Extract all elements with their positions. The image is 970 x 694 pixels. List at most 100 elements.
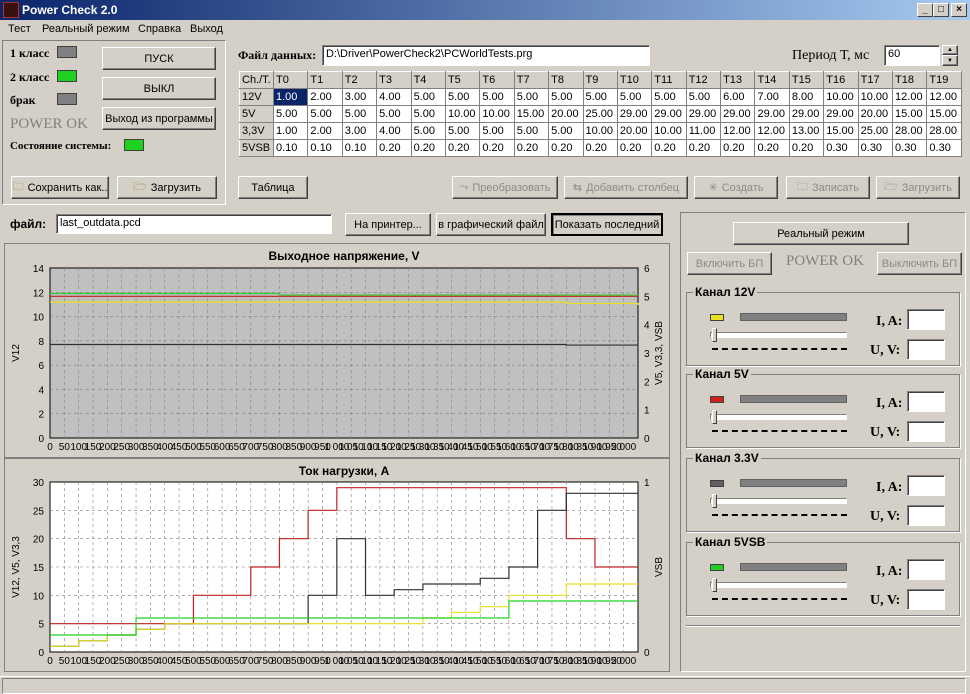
table-col-header[interactable]: T16 [823,71,859,89]
table-cell[interactable]: 5.00 [410,105,446,123]
channel-slider-thumb[interactable] [712,494,717,508]
table-cell[interactable]: 5.00 [582,88,618,106]
channel-slider-thumb[interactable] [712,410,717,424]
table-cell[interactable]: 20.00 [616,122,653,140]
table-cell[interactable]: 13.00 [788,122,825,140]
table-col-header[interactable]: T0 [272,71,309,89]
table-col-header[interactable]: T5 [444,71,481,89]
table-cell[interactable]: 2.00 [307,88,343,106]
channel-current-input[interactable] [907,475,945,496]
create-button[interactable]: ✳ Создать [694,176,778,199]
table-cell[interactable]: 20.00 [548,105,584,123]
table-cell[interactable]: 5.00 [513,88,550,106]
table-cell[interactable]: 0.30 [857,139,894,157]
table-col-header[interactable]: T3 [376,71,412,89]
table-cell[interactable]: 3.00 [341,122,378,140]
add-column-button[interactable]: ⇆ Добавить столбец [564,176,688,199]
table-cell[interactable]: 5.00 [513,122,550,140]
table-col-header[interactable]: T13 [720,71,756,89]
off-button[interactable]: ВЫКЛ [102,77,216,100]
table-cell[interactable]: 29.00 [823,105,859,123]
table-cell[interactable]: 0.20 [685,139,722,157]
table-col-header[interactable]: T10 [616,71,653,89]
table-cell[interactable]: 5.00 [479,88,515,106]
write-button[interactable]: 🗀 Записать [786,176,870,199]
table-col-header[interactable]: T15 [788,71,825,89]
table-cell[interactable]: 29.00 [754,105,790,123]
table-row-header[interactable]: 5V [239,105,274,123]
table-cell[interactable]: 0.30 [823,139,859,157]
channel-slider-thumb[interactable] [712,578,717,592]
table-cell[interactable]: 7.00 [754,88,790,106]
table-col-header[interactable]: T17 [857,71,894,89]
table-cell[interactable]: 29.00 [616,105,653,123]
table-cell[interactable]: 0.10 [272,139,309,157]
print-button[interactable]: На принтер... [345,213,431,236]
table-cell[interactable]: 0.20 [410,139,446,157]
channel-slider[interactable] [710,582,847,588]
channel-slider[interactable] [710,414,847,420]
table-cell[interactable]: 10.00 [823,88,859,106]
table-col-header[interactable]: T8 [548,71,584,89]
table-cell[interactable]: 5.00 [616,88,653,106]
table-cell[interactable]: 5.00 [272,105,309,123]
channel-current-input[interactable] [907,559,945,580]
graphic-file-button[interactable]: в графический файл [436,213,546,236]
table-col-header[interactable]: T14 [754,71,790,89]
table-cell[interactable]: 0.10 [341,139,378,157]
table-col-header[interactable]: T18 [892,71,928,89]
table-cell[interactable]: 11.00 [685,122,722,140]
data-file-input[interactable]: D:\Driver\PowerCheck2\PCWorldTests.prg [322,45,650,66]
table-cell[interactable]: 25.00 [582,105,618,123]
table-cell[interactable]: 5.00 [651,88,687,106]
table-cell[interactable]: 3.00 [341,88,378,106]
table-load-button[interactable]: 🗁 Загрузить [876,176,960,199]
table-cell[interactable]: 1.00 [272,88,309,106]
close-button[interactable]: × [951,3,967,17]
table-cell[interactable]: 1.00 [272,122,309,140]
table-cell[interactable]: 10.00 [444,105,481,123]
table-col-header[interactable]: T11 [651,71,687,89]
table-cell[interactable]: 0.20 [513,139,550,157]
table-cell[interactable]: 5.00 [479,122,515,140]
channel-slider-thumb[interactable] [712,328,717,342]
table-cell[interactable]: 29.00 [720,105,756,123]
table-cell[interactable]: 28.00 [926,122,962,140]
table-cell[interactable]: 25.00 [857,122,894,140]
table-cell[interactable]: 2.00 [307,122,343,140]
table-row-header[interactable]: 12V [239,88,274,106]
table-cell[interactable]: 15.00 [823,122,859,140]
table-cell[interactable]: 5.00 [548,88,584,106]
period-input[interactable]: 60 [884,45,940,66]
table-cell[interactable]: 12.00 [720,122,756,140]
channel-current-input[interactable] [907,309,945,330]
channel-voltage-input[interactable] [907,589,945,610]
table-cell[interactable]: 0.20 [444,139,481,157]
table-cell[interactable]: 6.00 [720,88,756,106]
convert-button[interactable]: ⤳ Преобразовать [452,176,558,199]
table-cell[interactable]: 5.00 [444,122,481,140]
menu-test[interactable]: Тест [8,23,31,35]
table-col-header[interactable]: T6 [479,71,515,89]
period-spin-up[interactable]: ▲ [942,45,958,55]
table-cell[interactable]: 10.00 [857,88,894,106]
menu-real-mode[interactable]: Реальный режим [42,23,130,35]
table-row-header[interactable]: 3,3V [239,122,274,140]
load-button[interactable]: 🗁 Загрузить [117,176,217,199]
table-cell[interactable]: 5.00 [410,88,446,106]
table-cell[interactable]: 15.00 [926,105,962,123]
table-cell[interactable]: 12.00 [926,88,962,106]
table-cell[interactable]: 4.00 [376,88,412,106]
table-cell[interactable]: 10.00 [651,122,687,140]
enable-psu-button[interactable]: Включить БП [687,252,772,275]
table-cell[interactable]: 0.30 [892,139,928,157]
minimize-button[interactable]: _ [917,3,933,17]
channel-voltage-input[interactable] [907,339,945,360]
table-cell[interactable]: 0.20 [754,139,790,157]
table-cell[interactable]: 0.30 [926,139,962,157]
table-cell[interactable]: 12.00 [892,88,928,106]
table-cell[interactable]: 0.20 [376,139,412,157]
table-cell[interactable]: 15.00 [892,105,928,123]
menu-help[interactable]: Справка [138,23,181,35]
exit-program-button[interactable]: Выход из программы [102,107,216,130]
